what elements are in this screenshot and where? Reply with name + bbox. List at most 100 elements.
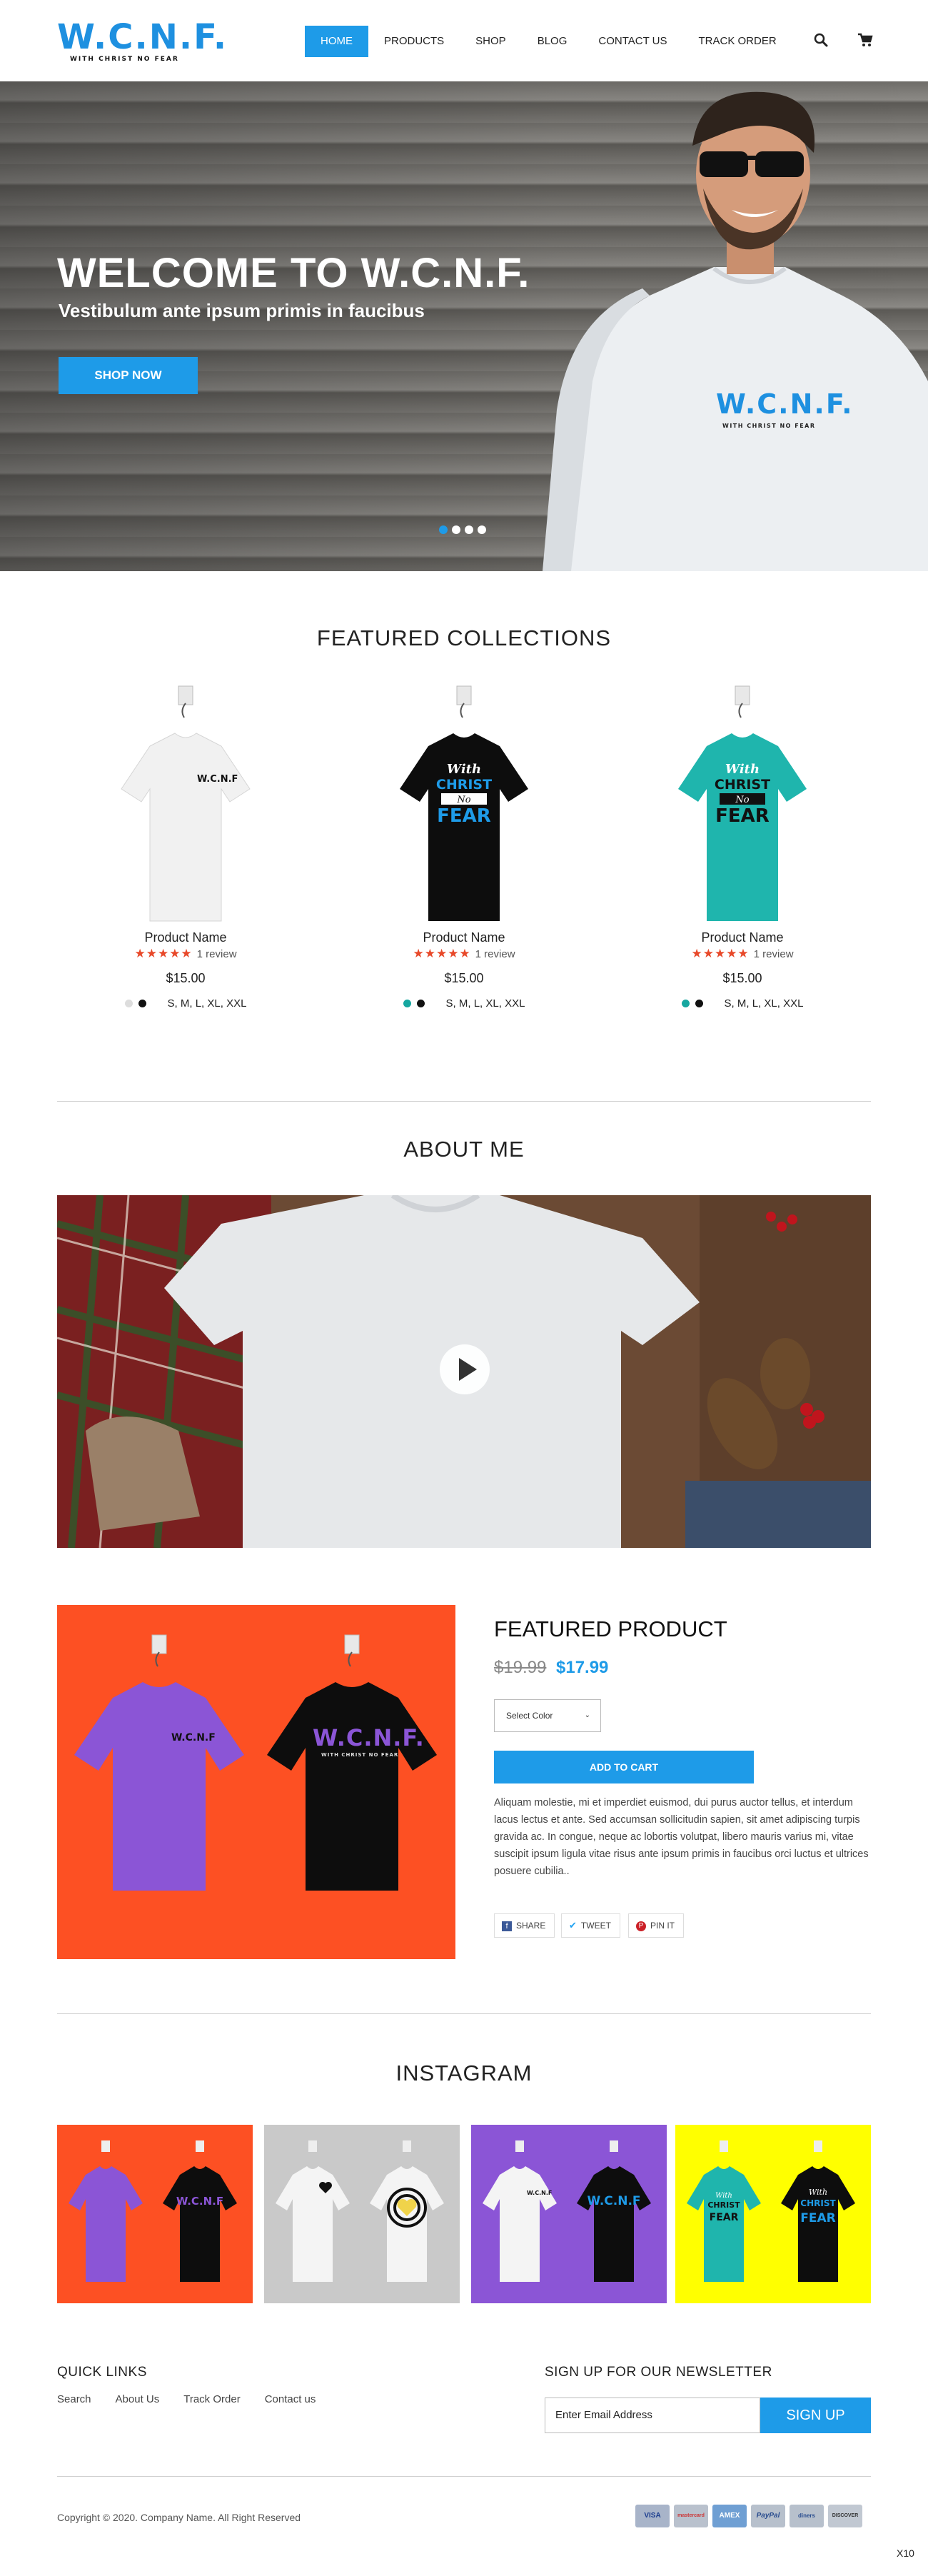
nav-track-order[interactable]: TRACK ORDER [683, 26, 792, 57]
logo[interactable]: W.C.N.F. WITH CHRIST NO FEAR [57, 19, 228, 63]
featured-product-image[interactable]: W.C.N.F W.C.N.F. WITH CHRIST NO FEAR [57, 1605, 455, 1959]
cart-icon[interactable] [857, 31, 874, 49]
color-swatch[interactable] [124, 1000, 133, 1007]
nav-products[interactable]: PRODUCTS [368, 26, 460, 57]
product-card[interactable]: With CHRIST No FEAR Product Name ★★★★★ 1 … [628, 682, 857, 1010]
slider-dot[interactable] [478, 525, 486, 534]
product-card[interactable]: W.C.N.F Product Name ★★★★★ 1 review $15.0… [71, 682, 300, 1010]
print-line: CHRIST [436, 777, 492, 793]
color-swatch[interactable] [138, 1000, 146, 1007]
share-twitter-button[interactable]: ✔ TWEET [561, 1913, 620, 1938]
old-price: $19.99 [494, 1658, 547, 1677]
hero-model-image [543, 91, 928, 571]
featured-shirt-tagline: WITH CHRIST NO FEAR [321, 1752, 399, 1758]
product-image[interactable]: With CHRIST No FEAR [350, 682, 578, 925]
print-line: No [735, 795, 749, 805]
paypal-icon: PayPal [751, 2505, 785, 2527]
newsletter-title: SIGN UP FOR OUR NEWSLETTER [545, 2365, 772, 2380]
featured-shirt-print: W.C.N.F. [313, 1724, 425, 1751]
svg-text:W.C.N.F: W.C.N.F [171, 1732, 216, 1744]
hero-slider: W.C.N.F. WITH CHRIST NO FEAR WELCOME TO … [0, 81, 928, 571]
featured-product-title: FEATURED PRODUCT [494, 1616, 727, 1641]
svg-text:FEAR: FEAR [710, 2212, 739, 2223]
instagram-image: W.C.N.F [69, 2140, 237, 2282]
play-icon [459, 1358, 477, 1381]
svg-text:FEAR: FEAR [800, 2211, 835, 2225]
product-options: S, M, L, XL, XXL [71, 997, 300, 1010]
pinterest-icon: P [636, 1921, 646, 1931]
nav-home[interactable]: HOME [305, 26, 368, 57]
slider-dot[interactable] [439, 525, 448, 534]
newsletter-email-input[interactable]: Enter Email Address [545, 2398, 760, 2433]
copyright-text: Copyright © 2020. Company Name. All Righ… [57, 2512, 301, 2523]
instagram-tile[interactable] [264, 2125, 460, 2303]
svg-text:W.C.N.F: W.C.N.F [587, 2194, 640, 2208]
hero-subtitle: Vestibulum ante ipsum primis in faucibus [59, 300, 425, 321]
instagram-title: INSTAGRAM [395, 2061, 533, 2086]
product-price: $15.00 [722, 971, 762, 985]
color-swatch[interactable] [416, 1000, 425, 1007]
product-image[interactable]: W.C.N.F [71, 682, 300, 925]
search-icon[interactable] [812, 31, 829, 49]
product-price: $15.00 [166, 971, 206, 985]
shop-now-button[interactable]: SHOP NOW [59, 357, 198, 394]
mastercard-icon: mastercard [674, 2505, 708, 2527]
slider-dots [439, 525, 486, 534]
color-swatch[interactable] [695, 1000, 703, 1007]
sale-price: $17.99 [556, 1658, 609, 1677]
quick-links: Search About Us Track Order Contact us [57, 2393, 316, 2405]
product-options: S, M, L, XL, XXL [350, 997, 578, 1010]
footer-link-contact-us[interactable]: Contact us [265, 2393, 316, 2405]
print-line: With [447, 762, 481, 777]
instagram-tile[interactable]: W.C.N.F W.C.N.F [471, 2125, 667, 2303]
slider-dot[interactable] [452, 525, 460, 534]
twitter-icon: ✔ [569, 1920, 577, 1931]
about-video[interactable] [57, 1195, 871, 1548]
rating-stars: ★★★★★ 1 review [134, 947, 237, 960]
print-line: With [725, 762, 760, 777]
product-image[interactable]: With CHRIST No FEAR [628, 682, 857, 925]
rating-stars: ★★★★★ 1 review [691, 947, 794, 960]
discover-icon: DISCOVER [828, 2505, 862, 2527]
share-facebook-button[interactable]: f SHARE [494, 1913, 555, 1938]
size-list[interactable]: S, M, L, XL, XXL [446, 997, 525, 1010]
share-pinterest-button[interactable]: P PIN IT [628, 1913, 685, 1938]
instagram-tile[interactable]: With CHRIST FEAR With CHRIST FEAR [675, 2125, 871, 2303]
review-count: 1 review [475, 948, 515, 960]
newsletter-signup-button[interactable]: SIGN UP [760, 2398, 871, 2433]
svg-text:W.C.N.F: W.C.N.F [197, 774, 238, 785]
footer-link-track-order[interactable]: Track Order [183, 2393, 240, 2405]
svg-text:With: With [809, 2188, 827, 2197]
divider [57, 1101, 871, 1102]
print-line: CHRIST [715, 777, 770, 793]
hero-shirt-logo: W.C.N.F. [716, 388, 854, 420]
slider-dot[interactable] [465, 525, 473, 534]
svg-text:CHRIST: CHRIST [707, 2200, 740, 2210]
color-select[interactable]: Select Color ⌄ [494, 1699, 601, 1732]
quick-links-title: QUICK LINKS [57, 2365, 147, 2380]
product-description: Aliquam molestie, mi et imperdiet euismo… [494, 1797, 869, 1877]
size-list[interactable]: S, M, L, XL, XXL [725, 997, 804, 1010]
color-swatch[interactable] [403, 1000, 411, 1007]
play-button[interactable] [440, 1344, 490, 1394]
svg-text:With: With [715, 2192, 732, 2200]
instagram-tile[interactable]: W.C.N.F [57, 2125, 253, 2303]
footer-link-search[interactable]: Search [57, 2393, 91, 2405]
footer-link-about-us[interactable]: About Us [116, 2393, 160, 2405]
product-card[interactable]: With CHRIST No FEAR Product Name ★★★★★ 1 … [350, 682, 578, 1010]
product-name[interactable]: Product Name [628, 930, 857, 945]
nav-blog[interactable]: BLOG [522, 26, 583, 57]
nav-contact-us[interactable]: CONTACT US [582, 26, 682, 57]
color-swatch[interactable] [681, 1000, 690, 1007]
instagram-image: With CHRIST FEAR With CHRIST FEAR [687, 2140, 855, 2282]
product-name[interactable]: Product Name [71, 930, 300, 945]
size-list[interactable]: S, M, L, XL, XXL [168, 997, 247, 1010]
product-name[interactable]: Product Name [350, 930, 578, 945]
color-select-value: Select Color [506, 1711, 553, 1721]
review-count: 1 review [753, 948, 794, 960]
nav-shop[interactable]: SHOP [460, 26, 522, 57]
add-to-cart-button[interactable]: ADD TO CART [494, 1751, 754, 1783]
svg-text:W.C.N.F: W.C.N.F [527, 2190, 552, 2196]
diners-club-icon: diners [790, 2505, 824, 2527]
featured-collections-title: FEATURED COLLECTIONS [316, 625, 612, 650]
